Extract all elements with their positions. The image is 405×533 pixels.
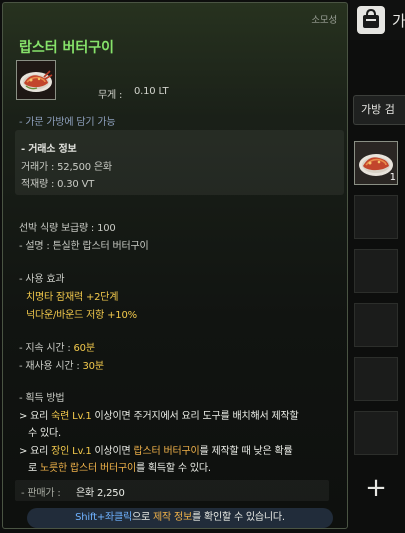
obtain-method-1: > 요리 숙련 Lv.1 이상이면 주거지에서 요리 도구를 배치해서 제작할 xyxy=(19,407,299,422)
lobster-item-link: 랍스터 버터구이 xyxy=(133,446,200,457)
obtain-2-suffix: 를 제작할 때 낮은 확률 xyxy=(199,446,293,457)
obtain-method-2-cont: 로 노릇한 랍스터 버터구이를 획득할 수 있다. xyxy=(28,459,211,474)
inventory-slot-3[interactable] xyxy=(354,249,398,293)
bag-title-fragment: 가 xyxy=(392,12,405,30)
hint-mid: 으로 xyxy=(132,512,153,523)
market-price: 거래가 : 52,500 은화 xyxy=(21,162,112,173)
cooking-skilled-level: 숙련 Lv.1 xyxy=(51,411,92,422)
weight-label: 무게 : xyxy=(98,90,123,101)
cooking-artisan-level: 장인 Lv.1 xyxy=(51,446,92,457)
inventory-slot-5[interactable] xyxy=(354,357,398,401)
obtain-2b-suffix: 를 획득할 수 있다. xyxy=(135,463,211,474)
obtain-1-prefix: > 요리 xyxy=(19,411,52,422)
sell-price-bar: - 판매가 : 은화 2,250 xyxy=(15,480,329,501)
inventory-slot-6[interactable] xyxy=(354,411,398,455)
cooldown-label: - 재사용 시간 : xyxy=(19,361,83,372)
market-info-header: - 거래소 정보 xyxy=(21,144,77,155)
item-description: - 설명 : 튼실한 랍스터 버터구이 xyxy=(19,241,149,252)
hint-suffix: 를 확인할 수 있습니다. xyxy=(191,512,285,523)
effect-crit: 치명타 잠재력 +2단계 xyxy=(26,292,119,303)
slot-item-count: 1 xyxy=(389,172,396,183)
cooldown-row: - 재사용 시간 : 30분 xyxy=(19,357,104,372)
market-stock: 적재량 : 0.30 VT xyxy=(21,179,95,190)
inventory-slot-4[interactable] xyxy=(354,303,398,347)
lobster-dish-icon xyxy=(16,60,56,100)
obtain-method-2: > 요리 장인 Lv.1 이상이면 랍스터 버터구이를 제작할 때 낮은 확률 xyxy=(19,442,293,457)
item-tooltip: 소모성 랍스터 버터구이 무게 : 0.10 LT - 가문 가방에 담기 가능… xyxy=(2,2,348,529)
effect-header: - 사용 효과 xyxy=(19,274,65,285)
effect-knockdown: 넉다운/바운드 저항 +10% xyxy=(26,310,137,321)
duration-label: - 지속 시간 : xyxy=(19,343,74,354)
market-info-box: - 거래소 정보 거래가 : 52,500 은화 적재량 : 0.30 VT xyxy=(15,130,344,195)
add-slot-button[interactable]: + xyxy=(354,468,398,508)
duration-row: - 지속 시간 : 60분 xyxy=(19,339,95,354)
golden-lobster-item-link: 노릇한 랍스터 버터구이 xyxy=(39,463,136,474)
inventory-slot-1[interactable]: 1 xyxy=(354,141,398,185)
ship-food-supply: 선박 식량 보급량 : 100 xyxy=(19,223,116,234)
obtain-1-suffix: 이상이면 주거지에서 요리 도구를 배치해서 제작할 xyxy=(91,411,299,422)
crafting-info-link: 제작 정보 xyxy=(153,512,192,523)
obtain-2-prefix: > 요리 xyxy=(19,446,52,457)
sell-price-value: 은화 2,250 xyxy=(76,488,125,499)
obtain-method-1-cont: 수 있다. xyxy=(28,428,61,439)
obtain-2-mid: 이상이면 xyxy=(91,446,134,457)
duration-value: 60분 xyxy=(73,343,96,354)
crafting-info-hint: Shift+좌클릭으로 제작 정보를 확인할 수 있습니다. xyxy=(27,508,333,528)
inventory-slot-2[interactable] xyxy=(354,195,398,239)
shift-click-key: Shift+좌클릭 xyxy=(75,512,133,523)
item-category: 소모성 xyxy=(311,15,337,26)
obtain-header: - 획득 방법 xyxy=(19,393,65,404)
sell-price-label: - 판매가 : xyxy=(21,488,61,499)
item-title: 랍스터 버터구이 xyxy=(19,40,115,56)
weight-value: 0.10 LT xyxy=(134,86,169,97)
bag-search-button[interactable]: 가방 검 xyxy=(353,95,405,125)
inventory-bag-icon[interactable] xyxy=(357,6,385,34)
obtain-2b-prefix: 로 xyxy=(28,463,40,474)
family-bag-note: - 가문 가방에 담기 가능 xyxy=(19,117,116,128)
cooldown-value: 30분 xyxy=(82,361,105,372)
